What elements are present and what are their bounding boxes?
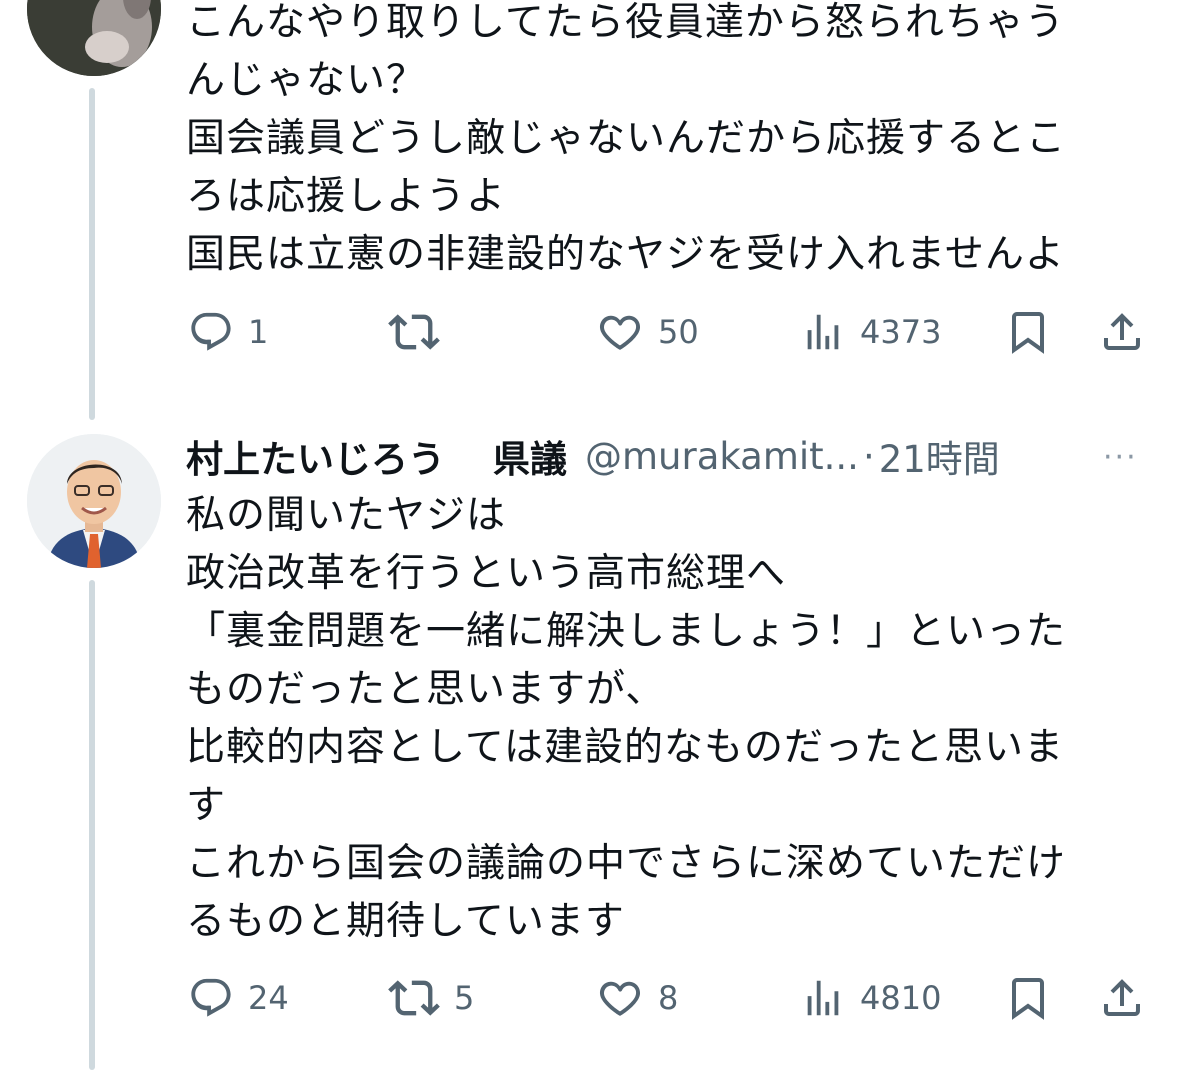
like-button[interactable]: 8 xyxy=(596,968,678,1028)
repost-button[interactable] xyxy=(388,302,454,362)
views-count: 4373 xyxy=(860,313,942,351)
avatar[interactable] xyxy=(27,434,161,568)
views-count: 4810 xyxy=(860,979,942,1017)
repost-button[interactable]: 5 xyxy=(388,968,474,1028)
heart-icon xyxy=(599,981,641,1016)
like-count: 8 xyxy=(658,979,679,1017)
user-title[interactable]: 県議 xyxy=(493,429,567,483)
reply-count: 24 xyxy=(248,979,289,1017)
views-icon xyxy=(807,980,839,1016)
post-text: こんなやり取りしてたら役員達から怒られちゃう んじゃない？ 国会議員どうし敵じゃ… xyxy=(186,0,1067,277)
reply-icon xyxy=(191,978,231,1017)
reply-button[interactable]: 1 xyxy=(188,302,268,362)
more-options-icon[interactable]: ··· xyxy=(1103,440,1138,475)
reply-button[interactable]: 24 xyxy=(188,968,289,1028)
views-icon xyxy=(807,314,839,350)
share-icon xyxy=(1104,979,1140,1016)
post-actions: 24 5 8 4810 xyxy=(0,968,1179,1028)
bookmark-button[interactable] xyxy=(1004,302,1052,362)
like-count: 50 xyxy=(658,313,699,351)
repost-icon xyxy=(388,314,440,350)
repost-count: 5 xyxy=(454,979,475,1017)
avatar-photo xyxy=(27,434,161,568)
thread-line xyxy=(89,88,95,420)
reply-count: 1 xyxy=(248,313,269,351)
bookmark-icon xyxy=(1012,978,1044,1020)
display-name[interactable]: 村上たいじろう xyxy=(186,429,445,483)
like-button[interactable]: 50 xyxy=(596,302,699,362)
user-handle[interactable]: @murakamit... xyxy=(585,435,859,478)
avatar[interactable] xyxy=(27,0,161,76)
heart-icon xyxy=(599,315,641,350)
header-separator: · xyxy=(862,434,875,478)
share-button[interactable] xyxy=(1098,302,1146,362)
post-header: 村上たいじろう 県議 @murakamit... · 21時間 xyxy=(186,428,1000,484)
bookmark-icon xyxy=(1012,312,1044,354)
views-button[interactable]: 4810 xyxy=(800,968,941,1028)
reply-icon xyxy=(191,312,231,351)
bookmark-button[interactable] xyxy=(1004,968,1052,1028)
share-button[interactable] xyxy=(1098,968,1146,1028)
post-timestamp[interactable]: 21時間 xyxy=(879,429,1000,483)
post-actions: 1 50 4373 xyxy=(0,302,1179,362)
views-button[interactable]: 4373 xyxy=(800,302,941,362)
post-text: 私の聞いたヤジは 政治改革を行うという高市総理へ 「裏金問題を一緒に解決しましょ… xyxy=(186,493,1067,944)
avatar-photo xyxy=(27,0,161,76)
share-icon xyxy=(1104,313,1140,350)
repost-icon xyxy=(388,980,440,1016)
